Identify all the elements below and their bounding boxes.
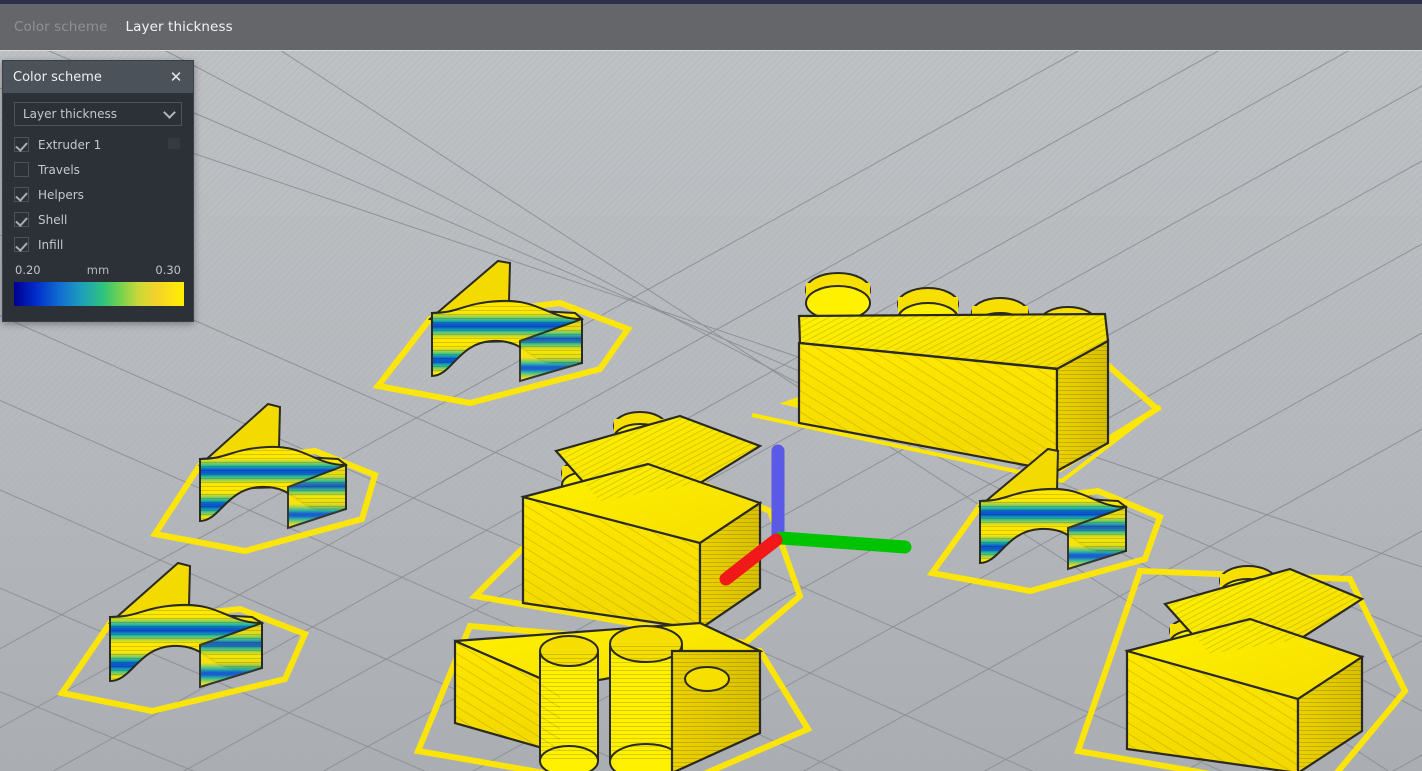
brick-tubes <box>539 625 683 771</box>
legend-scale-labels: 0.20 mm 0.30 <box>14 263 182 277</box>
checkbox-extruder-1[interactable] <box>14 137 29 152</box>
legend-max-value: 0.30 <box>155 263 181 277</box>
feature-label-infill: Infill <box>38 237 64 252</box>
feature-label-travels: Travels <box>38 162 80 177</box>
panel-title: Color scheme <box>13 69 102 85</box>
color-scheme-select-value: Layer thickness <box>23 107 117 121</box>
3d-preview-viewport[interactable] <box>0 51 1422 771</box>
color-scheme-panel[interactable]: Color scheme ✕ Layer thickness Extruder … <box>2 60 194 322</box>
feature-label-helpers: Helpers <box>38 187 84 202</box>
color-scheme-select[interactable]: Layer thickness <box>14 102 182 126</box>
feature-toggle-helpers[interactable]: Helpers <box>14 182 182 207</box>
checkbox-infill[interactable] <box>14 237 29 252</box>
checkbox-helpers[interactable] <box>14 187 29 202</box>
feature-label-shell: Shell <box>38 212 68 227</box>
legend-min-value: 0.20 <box>15 263 41 277</box>
checkbox-shell[interactable] <box>14 212 29 227</box>
legend-gradient-bar <box>14 282 184 306</box>
y-axis <box>774 531 912 554</box>
feature-toggle-shell[interactable]: Shell <box>14 207 182 232</box>
print-preview-scene <box>0 51 1422 771</box>
feature-toggle-infill[interactable]: Infill <box>14 232 182 257</box>
checkbox-travels[interactable] <box>14 162 29 177</box>
feature-label-extruder-1: Extruder 1 <box>38 137 102 152</box>
breadcrumb-color-scheme[interactable]: Color scheme <box>14 19 108 35</box>
panel-header: Color scheme ✕ <box>3 61 193 93</box>
panel-body: Layer thickness Extruder 1 Travels Helpe… <box>3 93 193 316</box>
breadcrumb-layer-thickness[interactable]: Layer thickness <box>126 19 233 35</box>
extruder-1-color-swatch[interactable] <box>168 138 180 149</box>
application-window: Color scheme Layer thickness Color schem… <box>0 0 1422 771</box>
breadcrumb-bar: Color scheme Layer thickness <box>0 4 1422 51</box>
chevron-down-icon <box>163 106 176 119</box>
feature-toggle-travels[interactable]: Travels <box>14 157 182 182</box>
close-icon[interactable]: ✕ <box>167 68 185 86</box>
feature-toggle-list: Extruder 1 Travels Helpers Shell Infill <box>14 132 182 257</box>
legend-unit: mm <box>86 263 110 277</box>
feature-toggle-extruder-1[interactable]: Extruder 1 <box>14 132 182 157</box>
